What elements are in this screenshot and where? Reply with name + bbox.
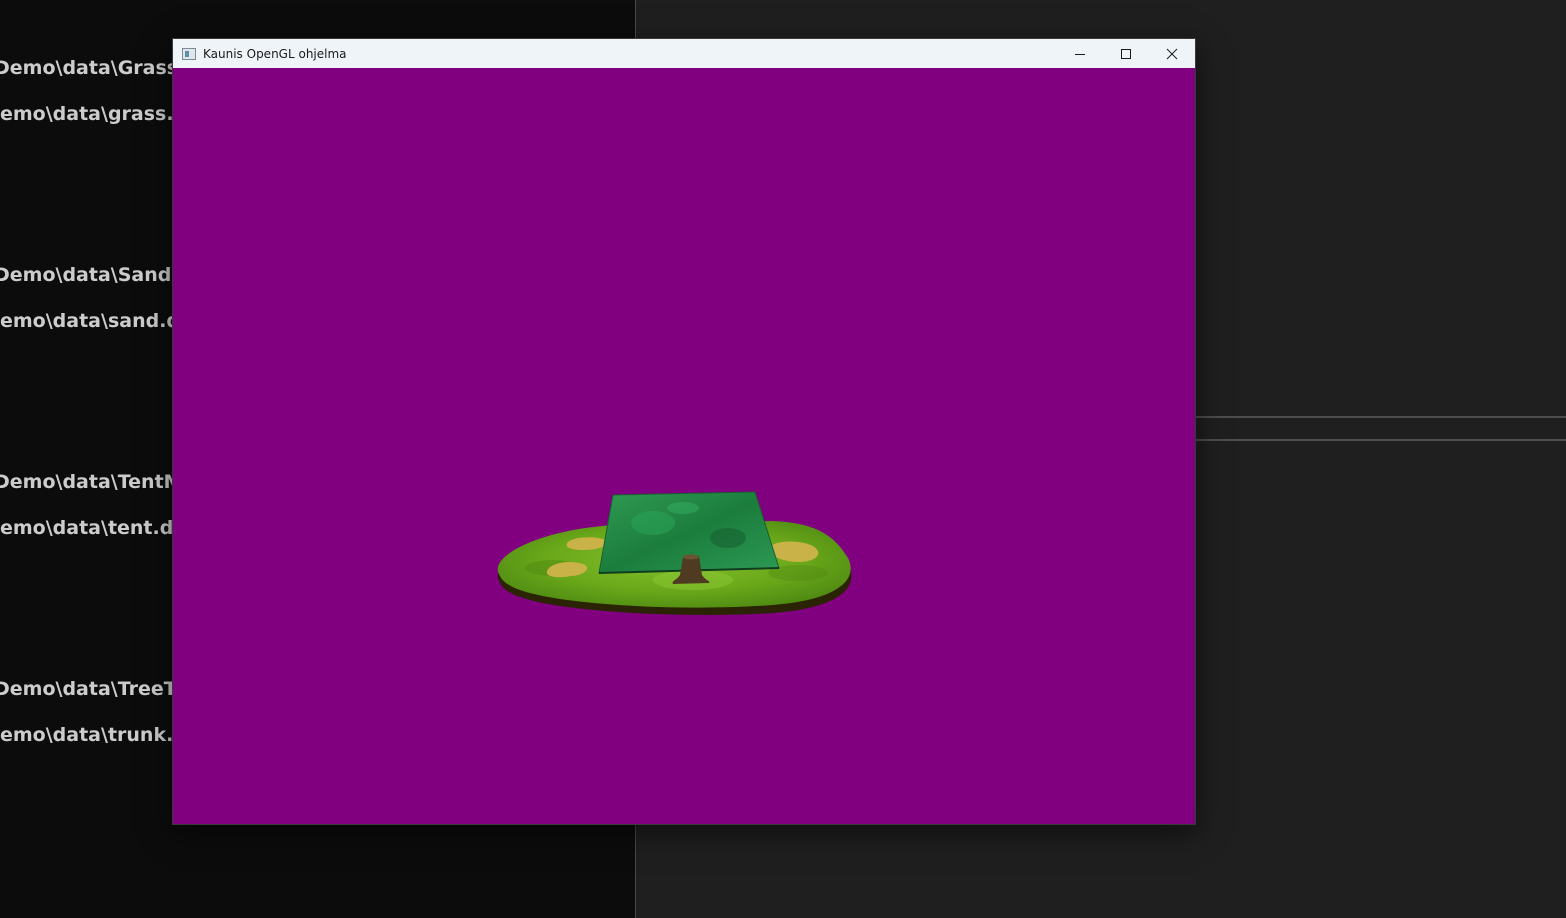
console-line: emo\data\tent.dd (0, 517, 187, 539)
title-bar[interactable]: Kaunis OpenGL ohjelma (173, 39, 1195, 68)
console-line: emo\data\grass.d (0, 103, 188, 125)
console-line: Demo\data\GrassM (0, 57, 198, 79)
window-title: Kaunis OpenGL ohjelma (203, 46, 347, 61)
opengl-viewport[interactable] (173, 68, 1195, 824)
minimize-icon (1075, 53, 1085, 55)
minimize-button[interactable] (1057, 39, 1103, 68)
console-line: Demo\data\TreeTr (0, 678, 184, 700)
console-line: Demo\data\SandM (0, 264, 191, 286)
maximize-icon (1121, 48, 1131, 59)
close-button[interactable] (1149, 39, 1195, 68)
opengl-window[interactable]: Kaunis OpenGL ohjelma (172, 38, 1196, 825)
close-icon (1166, 48, 1178, 59)
window-app-icon (182, 47, 196, 60)
scene-render (497, 491, 852, 615)
maximize-button[interactable] (1103, 39, 1149, 68)
console-line: Demo\data\TentM (0, 471, 183, 493)
console-line: emo\data\sand.dd (0, 310, 194, 332)
console-line: emo\data\trunk.d (0, 724, 187, 746)
pane-separator (1196, 416, 1566, 418)
pane-separator (1196, 439, 1566, 441)
